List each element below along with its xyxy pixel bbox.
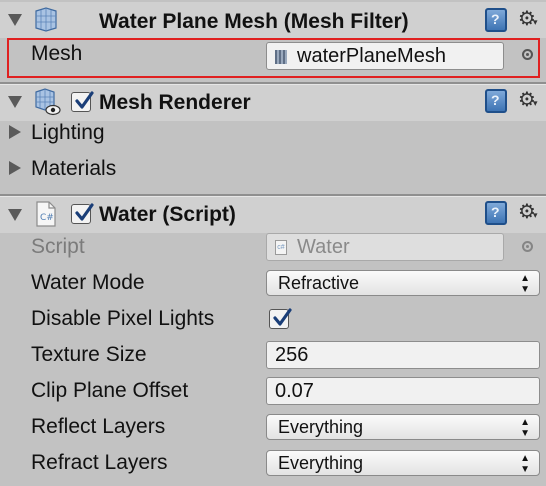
gear-icon[interactable]: ⚙ ▾ (518, 202, 538, 222)
script-label: Script (31, 235, 85, 258)
water-script-enabled-checkbox[interactable] (71, 203, 94, 224)
reflect-layers-label: Reflect Layers (31, 415, 166, 438)
mesh-filter-header[interactable]: Water Plane Mesh (Mesh Filter) ? ⚙ ▾ (0, 2, 546, 38)
water-mode-value: Refractive (278, 273, 360, 293)
water-mode-label: Water Mode (31, 271, 145, 294)
reflect-layers-dropdown[interactable]: Everything ▲ ▼ (266, 414, 540, 440)
gear-icon[interactable]: ⚙ ▾ (518, 90, 538, 110)
foldout-expanded-icon[interactable] (8, 209, 22, 221)
mesh-label: Mesh (31, 42, 83, 65)
component-title: Mesh Renderer (99, 91, 251, 114)
mesh-value: waterPlaneMesh (297, 45, 446, 67)
component-title: Water (Script) (99, 203, 236, 226)
gear-icon[interactable]: ⚙ ▾ (518, 9, 538, 29)
help-icon[interactable]: ? (485, 89, 507, 113)
svg-text:C#: C# (40, 213, 54, 223)
csharp-script-icon: C# (36, 201, 56, 227)
script-value: Water (297, 236, 350, 258)
object-picker-icon[interactable] (522, 49, 533, 60)
water-script-header[interactable]: C# Water (Script) ? ⚙ ▾ (0, 197, 546, 233)
materials-foldout[interactable]: Materials (31, 157, 116, 181)
lighting-foldout[interactable]: Lighting (31, 121, 105, 145)
mesh-object-field[interactable]: waterPlaneMesh (266, 42, 504, 70)
help-icon[interactable]: ? (485, 8, 507, 32)
help-icon[interactable]: ? (485, 201, 507, 225)
script-asset-icon: c# (275, 240, 287, 255)
clip-plane-offset-label: Clip Plane Offset (31, 379, 189, 402)
disable-pixel-lights-label: Disable Pixel Lights (31, 307, 215, 330)
foldout-expanded-icon[interactable] (8, 96, 22, 108)
clip-plane-offset-input[interactable]: 0.07 (266, 377, 540, 405)
mesh-renderer-icon (35, 88, 61, 116)
refract-layers-label: Refract Layers (31, 451, 168, 474)
water-mode-dropdown[interactable]: Refractive ▲ ▼ (266, 270, 540, 296)
texture-size-label: Texture Size (31, 343, 147, 366)
foldout-collapsed-icon[interactable] (9, 125, 21, 139)
mesh-asset-icon (275, 50, 287, 64)
texture-size-input[interactable]: 256 (266, 341, 540, 369)
disable-pixel-lights-checkbox[interactable] (269, 308, 292, 329)
component-title: Water Plane Mesh (Mesh Filter) (99, 10, 409, 33)
dropdown-arrows-icon: ▲ ▼ (520, 417, 530, 439)
foldout-collapsed-icon[interactable] (9, 161, 21, 175)
reflect-layers-value: Everything (278, 417, 364, 437)
mesh-filter-icon (35, 7, 57, 32)
mesh-renderer-header[interactable]: Mesh Renderer ? ⚙ ▾ (0, 85, 546, 121)
dropdown-arrows-icon: ▲ ▼ (520, 273, 530, 295)
foldout-expanded-icon[interactable] (8, 14, 22, 26)
dropdown-arrows-icon: ▲ ▼ (520, 453, 530, 475)
refract-layers-value: Everything (278, 453, 364, 473)
mesh-renderer-enabled-checkbox[interactable] (71, 91, 94, 112)
object-picker-icon (522, 241, 533, 252)
script-object-field: c# Water (266, 233, 504, 261)
refract-layers-dropdown[interactable]: Everything ▲ ▼ (266, 450, 540, 476)
